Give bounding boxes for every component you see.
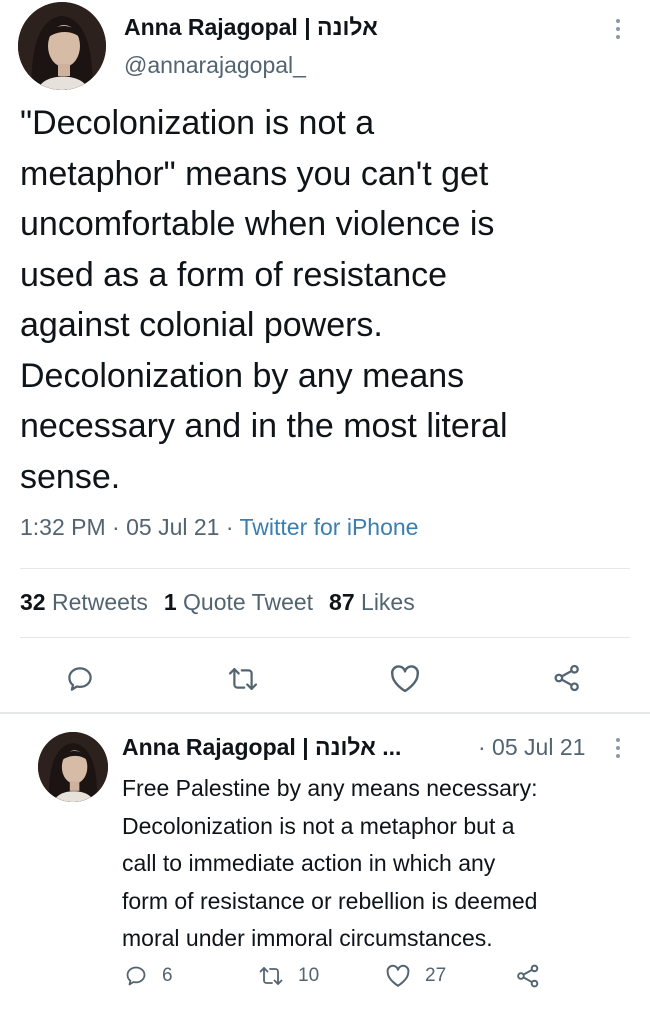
tweet-text: "Decolonization is not a metaphor" means…	[20, 98, 640, 502]
share-button[interactable]	[552, 662, 582, 694]
tweet-text-line: sense.	[20, 457, 121, 496]
retweet-count: 10	[298, 965, 320, 986]
share-button[interactable]	[515, 963, 541, 989]
retweets-label: Retweets	[51, 589, 148, 615]
divider	[20, 637, 630, 638]
tweet-text-line: Free Palestine by any means necessary:	[122, 775, 538, 801]
divider	[20, 568, 630, 569]
reply-header: Anna Rajagopal | אלונה ... · 05 Jul 21	[122, 734, 622, 761]
like-button[interactable]	[389, 664, 421, 694]
main-tweet: Anna Rajagopal | אלונה @annarajagopal_ "…	[0, 0, 650, 712]
reply-button[interactable]	[65, 664, 95, 694]
tweet-text-line: Decolonization is not a metaphor but a	[122, 812, 515, 839]
tweet-text-line: uncomfortable when violence is	[20, 205, 495, 243]
author-name[interactable]: Anna Rajagopal | אלונה ...	[122, 734, 401, 760]
likes-stat[interactable]: 87 Likes	[329, 589, 415, 615]
avatar[interactable]	[38, 732, 108, 802]
tweet-date[interactable]: 05 Jul 21	[126, 514, 219, 540]
like-icon	[386, 964, 410, 987]
more-options-icon[interactable]	[608, 735, 628, 761]
tweet-text-line: Decolonization by any means	[20, 356, 465, 395]
avatar[interactable]	[18, 2, 106, 90]
thread-separator	[0, 712, 650, 714]
tweet-text-line: metaphor" means you can't get	[20, 154, 489, 193]
like-count: 27	[425, 965, 447, 986]
tweet-text-line: form of resistance or rebellion is deeme…	[122, 887, 538, 914]
quotes-label: Quote Tweet	[183, 589, 314, 615]
reply-button[interactable]: 6	[124, 964, 173, 988]
likes-label: Likes	[361, 589, 415, 615]
tweet-source-link[interactable]: Twitter for iPhone	[240, 514, 419, 540]
likes-count: 87	[329, 589, 355, 615]
tweet-detail-page: Anna Rajagopal | אלונה @annarajagopal_ "…	[0, 0, 650, 1012]
retweet-button[interactable]: 10	[258, 964, 319, 988]
share-icon	[517, 964, 539, 988]
tweet-text-line: necessary and in the most literal	[20, 407, 508, 445]
reply-icon	[126, 966, 146, 986]
tweet-text-line: used as a form of resistance	[20, 255, 448, 294]
tweet-text-line: call to immediate action in which any	[122, 850, 496, 876]
quotes-count: 1	[163, 589, 177, 615]
author-handle[interactable]: @annarajagopal_	[124, 52, 306, 79]
tweet-text-line: moral under immoral circumstances.	[122, 925, 493, 951]
tweet-time[interactable]: 1:32 PM	[20, 514, 106, 540]
meta-separator: ·	[225, 514, 240, 540]
tweet-date[interactable]: · 05 Jul 21	[478, 734, 585, 761]
quotes-stat[interactable]: 1 Quote Tweet	[164, 589, 313, 615]
tweet-meta: 1:32 PM · 05 Jul 21 · Twitter for iPhone	[20, 514, 418, 541]
meta-separator: ·	[112, 514, 127, 540]
retweet-icon	[259, 967, 283, 985]
more-options-icon[interactable]	[608, 16, 628, 42]
like-icon	[390, 665, 420, 693]
tweet-text-line: against colonial powers.	[20, 306, 383, 344]
retweet-icon	[228, 668, 258, 690]
tweet-text-line: "Decolonization is not a	[20, 104, 375, 142]
share-icon	[554, 664, 579, 692]
retweets-count: 32	[20, 589, 46, 615]
retweets-stat[interactable]: 32 Retweets	[20, 589, 148, 615]
like-button[interactable]: 27	[385, 964, 446, 988]
author-name[interactable]: Anna Rajagopal | אלונה	[124, 14, 378, 41]
tweet-stats: 32 Retweets 1 Quote Tweet 87 Likes	[20, 589, 415, 616]
reply-count: 6	[162, 965, 173, 986]
reply-icon	[68, 667, 92, 691]
retweet-button[interactable]	[227, 664, 259, 694]
tweet-text: Free Palestine by any means necessary: D…	[122, 770, 642, 958]
